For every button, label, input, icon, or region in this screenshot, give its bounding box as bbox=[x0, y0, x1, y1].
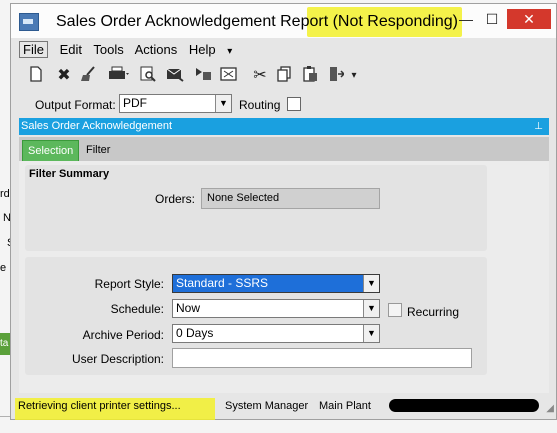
status-bar: Retrieving client printer settings... Sy… bbox=[13, 392, 556, 420]
orders-label: Orders: bbox=[154, 192, 195, 206]
tab-filter[interactable]: Filter bbox=[81, 140, 115, 160]
title-bar[interactable]: Sales Order Acknowledgement Report (Not … bbox=[11, 4, 556, 38]
panel-header: Sales Order Acknowledgement ⊥ bbox=[19, 118, 549, 135]
filter-summary-heading: Filter Summary bbox=[29, 168, 110, 180]
selection-content: Filter Summary Orders: None Selected Rep… bbox=[19, 161, 549, 393]
app-icon bbox=[19, 13, 39, 31]
archive-period-label: Archive Period: bbox=[82, 328, 164, 342]
menu-tools[interactable]: Tools bbox=[93, 42, 123, 57]
menu-actions[interactable]: Actions bbox=[135, 42, 178, 57]
delete-icon[interactable]: ✖ bbox=[55, 66, 73, 86]
report-style-select[interactable]: Standard - SSRS ▼ bbox=[172, 274, 380, 293]
schedule-icon[interactable] bbox=[219, 66, 239, 86]
output-format-select[interactable]: PDF ▼ bbox=[119, 94, 232, 113]
new-document-icon[interactable] bbox=[27, 66, 45, 86]
close-button[interactable]: ✕ bbox=[507, 9, 551, 29]
cut-icon[interactable]: ✂ bbox=[251, 66, 269, 86]
email-icon[interactable] bbox=[165, 66, 185, 86]
chevron-down-icon[interactable]: ▼ bbox=[363, 275, 379, 292]
tab-selection[interactable]: Selection bbox=[22, 140, 80, 162]
archive-period-value: 0 Days bbox=[176, 326, 214, 340]
status-user: System Manager bbox=[225, 400, 309, 412]
routing-checkbox[interactable] bbox=[287, 97, 301, 111]
redaction-bar bbox=[389, 399, 539, 412]
report-style-value: Standard - SSRS bbox=[176, 276, 269, 290]
maximize-button[interactable]: ☐ bbox=[479, 9, 505, 29]
background-green-tab: ta bbox=[0, 333, 10, 355]
orders-field[interactable]: None Selected bbox=[201, 188, 380, 209]
pin-icon[interactable]: ⊥ bbox=[534, 118, 543, 135]
menu-overflow-icon[interactable]: ▾ bbox=[227, 46, 232, 57]
menu-help[interactable]: Help bbox=[189, 42, 216, 57]
chevron-down-icon[interactable]: ▼ bbox=[363, 325, 379, 342]
report-options-group: Report Style: Standard - SSRS ▼ Schedule… bbox=[25, 257, 487, 375]
toolbar-overflow-icon[interactable]: ▾ bbox=[349, 66, 359, 86]
tab-strip: Selection Filter bbox=[19, 137, 549, 162]
user-description-label: User Description: bbox=[71, 352, 164, 366]
window-title: Sales Order Acknowledgement Report (Not … bbox=[56, 13, 458, 30]
recurring-checkbox[interactable] bbox=[388, 303, 402, 317]
clear-icon[interactable] bbox=[79, 66, 99, 86]
chevron-down-icon[interactable]: ▼ bbox=[215, 95, 231, 112]
panel-title: Sales Order Acknowledgement bbox=[21, 120, 173, 132]
exit-icon[interactable] bbox=[327, 66, 346, 86]
chevron-down-icon[interactable]: ▼ bbox=[363, 300, 379, 317]
report-window: Sales Order Acknowledgement Report (Not … bbox=[10, 3, 557, 420]
recurring-label: Recurring bbox=[407, 305, 460, 319]
menu-file[interactable]: File bbox=[19, 41, 48, 58]
user-description-input[interactable] bbox=[172, 348, 472, 368]
output-format-label: Output Format: bbox=[35, 98, 116, 112]
routing-label: Routing bbox=[239, 98, 281, 112]
schedule-select[interactable]: Now ▼ bbox=[172, 299, 380, 318]
send-icon[interactable] bbox=[193, 66, 213, 86]
output-format-value: PDF bbox=[123, 96, 147, 110]
archive-period-select[interactable]: 0 Days ▼ bbox=[172, 324, 380, 343]
filter-summary-group: Filter Summary Orders: None Selected bbox=[25, 165, 487, 251]
minimize-button[interactable]: — bbox=[453, 9, 479, 29]
paste-icon[interactable] bbox=[301, 66, 319, 86]
copy-icon[interactable] bbox=[275, 66, 293, 86]
schedule-value: Now bbox=[176, 301, 201, 315]
report-style-label: Report Style: bbox=[94, 277, 164, 291]
background-text: rd bbox=[0, 188, 10, 200]
menu-bar: File Edit Tools Actions Help ▾ bbox=[19, 41, 240, 62]
print-icon[interactable] bbox=[107, 66, 131, 86]
resize-grip-icon[interactable]: ◢ bbox=[546, 403, 554, 414]
menu-edit[interactable]: Edit bbox=[60, 42, 82, 57]
print-preview-icon[interactable] bbox=[139, 66, 157, 86]
status-plant: Main Plant bbox=[319, 400, 371, 412]
schedule-label: Schedule: bbox=[110, 302, 164, 316]
status-message: Retrieving client printer settings... bbox=[18, 400, 181, 412]
